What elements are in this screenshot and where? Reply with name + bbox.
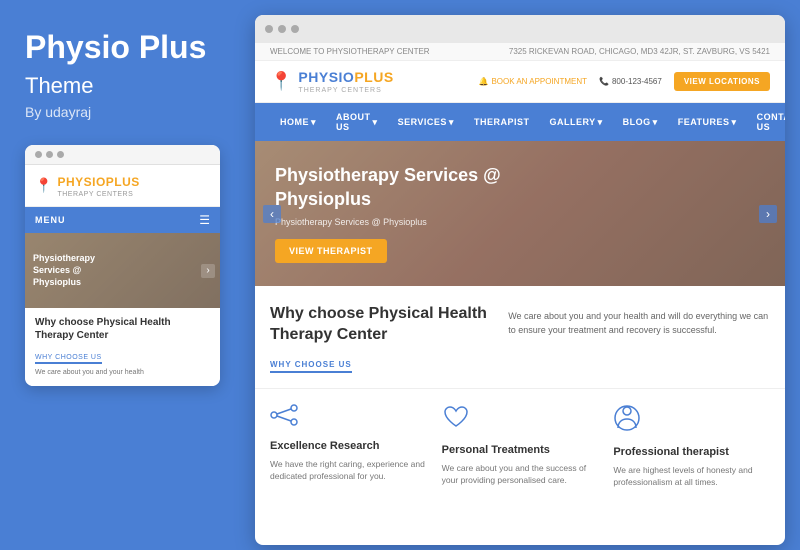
mobile-mockup: 📍 PHYSIOPLUS THERAPY CENTERS MENU ☰ Phys… [25, 145, 220, 386]
logo-plus: PLUS [354, 69, 393, 85]
personal-text: We care about you and the success of you… [442, 462, 599, 488]
nav-about[interactable]: ABOUT US ▾ [326, 103, 388, 141]
left-panel: Physio Plus Theme By udayraj 📍 PHYSIOPLU… [0, 0, 245, 550]
excellence-text: We have the right caring, experience and… [270, 458, 427, 484]
feature-professional: Professional therapist We are highest le… [613, 404, 770, 490]
site-header-top: WELCOME TO PHYSIOTHERAPY CENTER 7325 RIC… [255, 43, 785, 61]
nav-features-arrow: ▾ [732, 117, 737, 128]
site-features: Excellence Research We have the right ca… [255, 389, 785, 500]
professional-title: Professional therapist [613, 446, 770, 458]
site-why-left: Why choose Physical Health Therapy Cente… [270, 304, 488, 373]
mobile-nav: MENU ☰ [25, 207, 220, 233]
why-choose-label: WHY CHOOSE US [270, 360, 352, 373]
nav-services-arrow: ▾ [449, 117, 454, 128]
site-logo-name: PHYSIOPLUS [298, 69, 393, 85]
hero-prev-arrow[interactable]: ‹ [263, 205, 281, 223]
appointment-icon: 🔔 [478, 77, 488, 86]
site-logo-sub: THERAPY CENTERS [298, 87, 393, 94]
site-logo-area: 📍 PHYSIOPLUS THERAPY CENTERS [270, 69, 394, 94]
mobile-why-label: WHY CHOOSE US [35, 354, 102, 364]
mobile-hero-text: Physiotherapy Services @ Physioplus [25, 253, 103, 288]
nav-contact[interactable]: CONTACT US [747, 103, 785, 141]
theme-title: Physio Plus [25, 30, 220, 65]
site-header-actions: 🔔 BOOK AN APPOINTMENT 📞 800-123-4567 VIE… [478, 72, 770, 91]
nav-gallery[interactable]: GALLERY ▾ [539, 108, 612, 137]
professional-text: We are highest levels of honesty and pro… [613, 464, 770, 490]
welcome-text: WELCOME TO PHYSIOTHERAPY CENTER [270, 47, 430, 56]
view-therapist-button[interactable]: VIEW THERAPIST [275, 239, 387, 263]
person-icon [613, 404, 770, 438]
appointment-label: BOOK AN APPOINTMENT [491, 77, 587, 86]
nav-features[interactable]: FEATURES ▾ [668, 108, 747, 137]
browser-dot-3 [291, 25, 299, 33]
nav-blog[interactable]: BLOG ▾ [613, 108, 668, 137]
mobile-logo-area: 📍 PHYSIOPLUS THERAPY CENTERS [25, 165, 220, 207]
mobile-dot-3 [57, 151, 64, 158]
hero-next-arrow[interactable]: › [759, 205, 777, 223]
nav-about-arrow: ▾ [373, 117, 378, 128]
mobile-why-title: Why choose Physical Health Therapy Cente… [35, 316, 210, 342]
heart-icon [442, 404, 599, 436]
site-hero: ‹ Physiotherapy Services @ Physioplus Ph… [255, 141, 785, 286]
nav-home[interactable]: HOME ▾ [270, 108, 326, 137]
view-locations-button[interactable]: VIEW LOCATIONS [674, 72, 770, 91]
mobile-pin-icon: 📍 [35, 177, 52, 194]
mobile-content: Why choose Physical Health Therapy Cente… [25, 308, 220, 386]
mobile-dot-2 [46, 151, 53, 158]
site-header-main: 📍 PHYSIOPLUS THERAPY CENTERS 🔔 BOOK AN A… [255, 61, 785, 103]
hamburger-icon[interactable]: ☰ [199, 213, 210, 227]
mobile-logo: PHYSIOPLUS THERAPY CENTERS [57, 173, 139, 198]
browser-dot-2 [278, 25, 286, 33]
mobile-hero-next-arrow[interactable]: › [201, 264, 215, 278]
site-why-right: We care about you and your health and wi… [508, 304, 770, 373]
address-text: 7325 RICKEVAN ROAD, CHICAGO, MD3 42JR, S… [509, 47, 770, 56]
nav-services[interactable]: SERVICES ▾ [388, 108, 464, 137]
theme-subtitle: Theme [25, 73, 220, 99]
share-icon [270, 404, 427, 432]
personal-title: Personal Treatments [442, 444, 599, 456]
hero-title: Physiotherapy Services @ Physioplus [275, 164, 527, 211]
site-why-section: Why choose Physical Health Therapy Cente… [255, 286, 785, 389]
mobile-menu-label: MENU [35, 215, 66, 225]
feature-personal: Personal Treatments We care about you an… [442, 404, 599, 490]
feature-excellence: Excellence Research We have the right ca… [270, 404, 427, 490]
phone-link[interactable]: 📞 800-123-4567 [599, 77, 662, 86]
theme-author: By udayraj [25, 104, 220, 120]
logo-physio: PHYSIO [298, 69, 354, 85]
mobile-dot-1 [35, 151, 42, 158]
nav-gallery-arrow: ▾ [598, 117, 603, 128]
nav-blog-arrow: ▾ [653, 117, 658, 128]
mobile-topbar [25, 145, 220, 165]
hero-subtitle: Physiotherapy Services @ Physioplus [275, 217, 527, 227]
site-nav: HOME ▾ ABOUT US ▾ SERVICES ▾ THERAPIST G… [255, 103, 785, 141]
mobile-logo-text: PHYSIOPLUS [57, 175, 139, 189]
browser-topbar [255, 15, 785, 43]
site-pin-icon: 📍 [270, 71, 292, 92]
mobile-logo-sub: THERAPY CENTERS [57, 191, 139, 198]
site-logo: PHYSIOPLUS THERAPY CENTERS [298, 69, 393, 94]
mobile-why-text: We care about you and your health [35, 368, 210, 378]
browser-dot-1 [265, 25, 273, 33]
excellence-title: Excellence Research [270, 440, 427, 452]
why-choose-title: Why choose Physical Health Therapy Cente… [270, 304, 488, 346]
phone-icon: 📞 [599, 77, 609, 86]
appointment-link[interactable]: 🔔 BOOK AN APPOINTMENT [478, 77, 587, 86]
browser-mockup: WELCOME TO PHYSIOTHERAPY CENTER 7325 RIC… [255, 15, 785, 545]
mobile-hero: Physiotherapy Services @ Physioplus › [25, 233, 220, 308]
nav-therapist[interactable]: THERAPIST [464, 108, 540, 136]
site-hero-content: Physiotherapy Services @ Physioplus Phys… [255, 164, 547, 263]
phone-number: 800-123-4567 [612, 77, 662, 86]
nav-home-arrow: ▾ [311, 117, 316, 128]
